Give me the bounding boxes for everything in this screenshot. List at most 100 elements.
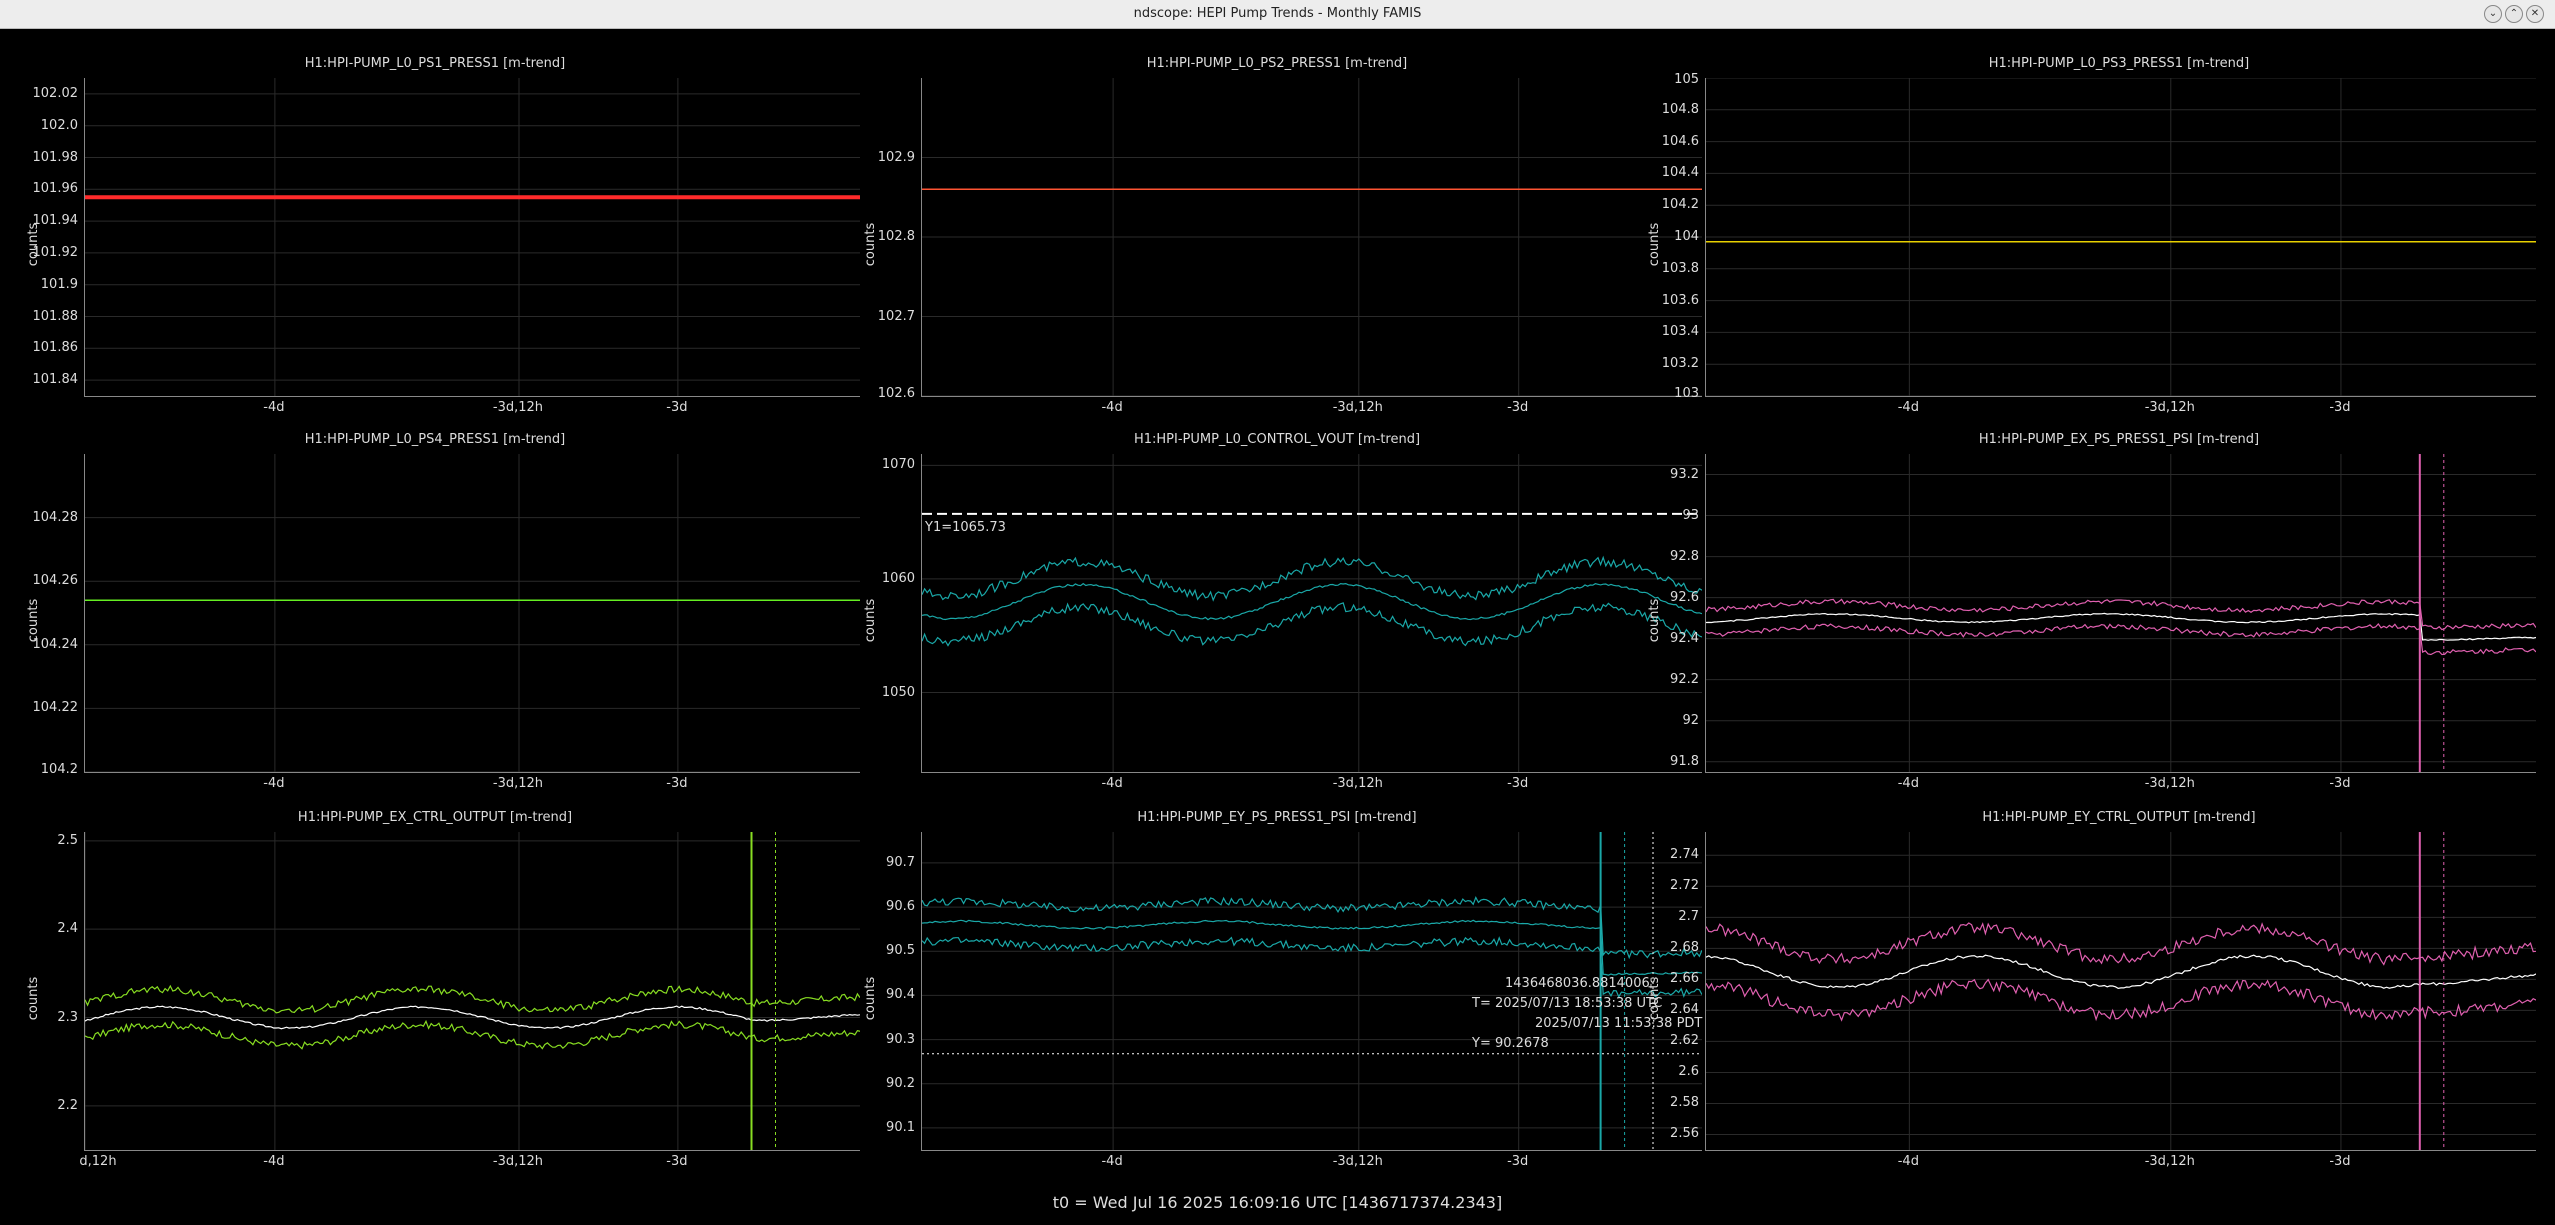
x-tick-label: -3d,12h (2144, 776, 2195, 791)
y-tick-label: 2.58 (1670, 1095, 1699, 1111)
y-tick-label: 102.9 (877, 149, 915, 165)
trend-svg (85, 454, 860, 772)
x-tick-label: -3d,12h (1332, 400, 1383, 415)
y-tick-label: 101.9 (40, 276, 78, 292)
window-title: ndscope: HEPI Pump Trends - Monthly FAMI… (1133, 6, 1422, 21)
y-tick-label: 93 (1682, 507, 1699, 523)
maximize-icon[interactable]: ⌃ (2505, 5, 2523, 23)
y-tick-label: 92.8 (1670, 548, 1699, 564)
panel-title: H1:HPI-PUMP_L0_CONTROL_VOUT [m-trend] (1133, 432, 1421, 447)
y-tick-label: 101.86 (32, 340, 79, 356)
trend-svg (922, 78, 1702, 396)
series-min (922, 602, 1702, 647)
x-tick-label: -3d (1507, 776, 1529, 791)
trend-panel-5[interactable]: H1:HPI-PUMP_L0_CONTROL_VOUT [m-trend] cou… (842, 428, 1712, 791)
y-tick-label: 90.6 (886, 899, 915, 915)
panel-title: H1:HPI-PUMP_EY_CTRL_OUTPUT [m-trend] (1982, 810, 2256, 825)
x-tick-label: -3d (666, 1154, 688, 1169)
x-tick-label: -3d (2329, 400, 2351, 415)
trend-svg (85, 832, 860, 1150)
x-tick-label: -4d (1101, 1154, 1123, 1169)
x-tick-label: -3d (2329, 776, 2351, 791)
y-tick-label: 104.24 (32, 636, 79, 652)
y-tick-label: 93.2 (1670, 466, 1699, 482)
panel-title: H1:HPI-PUMP_EY_PS_PRESS1_PSI [m-trend] (1137, 810, 1417, 825)
panel-title: H1:HPI-PUMP_EX_PS_PRESS1_PSI [m-trend] (1978, 432, 2260, 447)
panel-title: H1:HPI-PUMP_EX_CTRL_OUTPUT [m-trend] (297, 810, 573, 825)
y-tick-label: 104.2 (1661, 197, 1699, 213)
plot-area[interactable] (1705, 832, 2536, 1151)
y-tick-label: 92.6 (1670, 589, 1699, 605)
plot-area[interactable] (921, 454, 1702, 773)
trend-svg (922, 832, 1702, 1150)
x-tick-label: -3d (1507, 400, 1529, 415)
trend-panel-6[interactable]: H1:HPI-PUMP_EX_PS_PRESS1_PSI [m-trend] co… (1647, 428, 2555, 791)
y-tick-label: 104.4 (1661, 165, 1699, 181)
y-tick-label: 92 (1682, 712, 1699, 728)
y-tick-label: 102.6 (877, 386, 915, 401)
series-min (85, 1019, 860, 1050)
plot-area[interactable] (84, 78, 860, 397)
trend-panel-9[interactable]: H1:HPI-PUMP_EY_CTRL_OUTPUT [m-trend] coun… (1647, 806, 2555, 1169)
x-tick-label: -4d (263, 1154, 285, 1169)
y-tick-label: 104.2 (40, 762, 78, 777)
y-tick-label: 90.5 (886, 943, 915, 959)
x-tick-label: -3d,12h (492, 400, 544, 415)
panel-title: H1:HPI-PUMP_L0_PS1_PRESS1 [m-trend] (304, 56, 566, 71)
y-tick-label: 105 (1674, 72, 1699, 87)
plot-area[interactable] (921, 78, 1702, 397)
trend-panel-3[interactable]: H1:HPI-PUMP_L0_PS3_PRESS1 [m-trend] count… (1647, 52, 2555, 415)
y-tick-label: 90.1 (886, 1119, 915, 1135)
y-tick-label: 90.7 (886, 854, 915, 870)
y-tick-label: 103.2 (1661, 356, 1699, 372)
x-tick-label: -3d,12h (492, 1154, 544, 1169)
t0-footer: t0 = Wed Jul 16 2025 16:09:16 UTC [14367… (1052, 1193, 1503, 1212)
y-axis-label: counts (26, 598, 42, 643)
series-max (85, 984, 860, 1014)
minimize-icon[interactable]: ⌄ (2484, 5, 2502, 23)
cursor-readout-utc: T= 2025/07/13 18:53:38 UTC (1472, 995, 1663, 1011)
trend-panel-1[interactable]: H1:HPI-PUMP_L0_PS1_PRESS1 [m-trend] count… (0, 52, 870, 415)
y-tick-label: 2.62 (1670, 1033, 1699, 1049)
y-axis-label: counts (863, 598, 879, 643)
y-tick-label: 90.4 (886, 987, 915, 1003)
cursor-readout-pdt: 2025/07/13 11:53:38 PDT (1535, 1015, 1703, 1031)
plot-area[interactable] (921, 832, 1702, 1151)
panel-title: H1:HPI-PUMP_L0_PS4_PRESS1 [m-trend] (304, 432, 566, 447)
trend-panel-2[interactable]: H1:HPI-PUMP_L0_PS2_PRESS1 [m-trend] count… (842, 52, 1712, 415)
panel-title: H1:HPI-PUMP_L0_PS3_PRESS1 [m-trend] (1988, 56, 2250, 71)
x-tick-label: -4d (1897, 776, 1919, 791)
y-tick-label: 2.72 (1670, 878, 1699, 894)
x-tick-label: -4d (1897, 1154, 1919, 1169)
x-tick-label: d,12h (79, 1154, 117, 1169)
plot-area[interactable] (84, 832, 860, 1151)
y-tick-label: 104.8 (1661, 101, 1699, 117)
x-tick-label: -4d (1101, 400, 1123, 415)
x-tick-label: -3d (1507, 1154, 1529, 1169)
trend-panel-8[interactable]: H1:HPI-PUMP_EY_PS_PRESS1_PSI [m-trend] co… (842, 806, 1712, 1169)
y-tick-label: 101.96 (32, 181, 79, 197)
plot-area[interactable] (1705, 78, 2536, 397)
trend-svg (1706, 78, 2536, 396)
x-tick-label: -3d,12h (2144, 400, 2195, 415)
series-max (1706, 922, 2536, 966)
y-tick-label: 104.6 (1661, 133, 1699, 149)
y-tick-label: 101.98 (32, 149, 79, 165)
x-tick-label: -3d (666, 776, 688, 791)
panel-title: H1:HPI-PUMP_L0_PS2_PRESS1 [m-trend] (1146, 56, 1408, 71)
x-tick-label: -3d,12h (2144, 1154, 2195, 1169)
plot-area[interactable] (84, 454, 860, 773)
trend-svg (1706, 832, 2536, 1150)
y-tick-label: 2.3 (57, 1009, 78, 1025)
y-tick-label: 1060 (881, 570, 915, 586)
y-tick-label: 2.5 (57, 832, 78, 848)
y-tick-label: 1050 (881, 684, 915, 700)
y-tick-label: 102.7 (877, 308, 915, 324)
trend-svg (922, 454, 1702, 772)
close-icon[interactable]: ✕ (2526, 5, 2544, 23)
trend-panel-7[interactable]: H1:HPI-PUMP_EX_CTRL_OUTPUT [m-trend] coun… (0, 806, 870, 1169)
x-tick-label: -3d,12h (1332, 1154, 1383, 1169)
trend-panel-4[interactable]: H1:HPI-PUMP_L0_PS4_PRESS1 [m-trend] count… (0, 428, 870, 791)
y-tick-label: 2.6 (1678, 1064, 1699, 1080)
plot-area[interactable] (1705, 454, 2536, 773)
